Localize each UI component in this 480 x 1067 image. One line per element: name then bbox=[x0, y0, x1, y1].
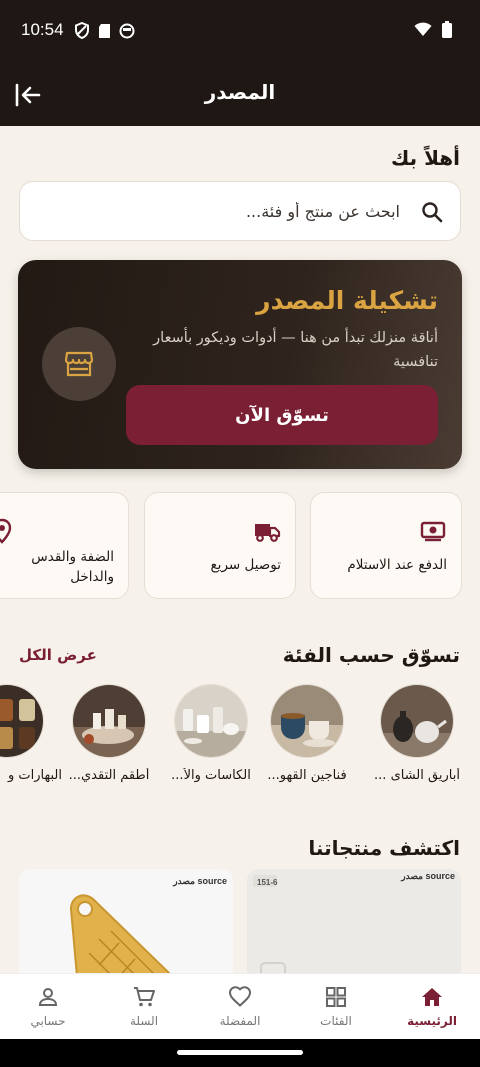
category-item-glasses[interactable]: الكاسات والأ... bbox=[156, 684, 266, 783]
category-label: البهارات و bbox=[8, 768, 62, 783]
nav-item-categories[interactable]: الفئات bbox=[288, 974, 384, 1040]
home-gesture-handle[interactable] bbox=[177, 1050, 303, 1055]
nav-label: حسابي bbox=[30, 1014, 66, 1028]
search-icon[interactable] bbox=[420, 200, 444, 224]
bottom-navigation: الرئيسية الفئات المفضلة السلة حسابي bbox=[0, 973, 480, 1039]
search-bar[interactable] bbox=[19, 181, 461, 241]
promo-title: تشكيلة المصدر bbox=[256, 286, 438, 315]
view-all-link[interactable]: عرض الكل bbox=[19, 646, 97, 664]
status-bar: 10:54 bbox=[0, 0, 480, 62]
status-system-icons bbox=[414, 21, 452, 38]
category-image bbox=[380, 684, 454, 758]
promo-banner: تشكيلة المصدر أناقة منزلك تبدأ من هنا — … bbox=[18, 260, 462, 469]
feature-fast-delivery: توصيل سريع bbox=[144, 492, 296, 599]
feature-delivery-areas: الضفة والقدس والداخل bbox=[0, 492, 129, 599]
feature-label: الدفع عند الاستلام bbox=[347, 557, 447, 573]
shield-icon bbox=[75, 22, 89, 39]
nav-item-favorites[interactable]: المفضلة bbox=[192, 974, 288, 1040]
page-title: المصدر bbox=[204, 80, 276, 104]
products-title: اكتشف منتجاتنا bbox=[308, 836, 460, 860]
sd-card-icon bbox=[99, 23, 110, 38]
nav-label: الرئيسية bbox=[407, 1014, 457, 1028]
status-notification-icons bbox=[74, 22, 135, 39]
category-item-spices[interactable]: البهارات و bbox=[0, 684, 62, 783]
greeting-text: أهلاً بك bbox=[390, 146, 460, 170]
home-icon bbox=[422, 988, 442, 1006]
category-image bbox=[0, 684, 44, 758]
truck-icon bbox=[255, 524, 281, 542]
store-icon bbox=[64, 351, 94, 377]
nav-label: السلة bbox=[129, 1014, 159, 1028]
system-gesture-area bbox=[0, 1039, 480, 1067]
feature-label: توصيل سريع bbox=[210, 557, 282, 573]
category-item-teapots[interactable]: أباريق الشاى ... bbox=[362, 684, 472, 783]
category-label: فناجين القهو... bbox=[267, 768, 347, 783]
category-label: أطقم التقدي... bbox=[68, 768, 150, 783]
feature-label: الضفة والقدس والداخل bbox=[31, 549, 114, 585]
nav-label: المفضلة bbox=[219, 1014, 261, 1028]
app-screen: 10:54 المصدر أهلاً بك تشكيلة المصدر أ bbox=[0, 0, 480, 1067]
product-code: 151-6 bbox=[257, 878, 278, 887]
promo-subtitle: أناقة منزلك تبدأ من هنا — أدوات وديكور ب… bbox=[153, 330, 438, 370]
category-image bbox=[174, 684, 248, 758]
location-pin-icon bbox=[0, 518, 12, 544]
cart-icon bbox=[134, 987, 155, 1007]
nav-label: الفئات bbox=[320, 1014, 352, 1028]
category-image bbox=[270, 684, 344, 758]
product-brand-logo: مصدر source bbox=[173, 876, 227, 886]
app-bar: المصدر bbox=[0, 62, 480, 126]
category-label: أباريق الشاى ... bbox=[374, 768, 460, 783]
shop-now-button[interactable]: تسوّق الآن bbox=[126, 385, 438, 445]
nav-item-home[interactable]: الرئيسية bbox=[384, 974, 480, 1040]
category-image bbox=[72, 684, 146, 758]
person-icon bbox=[38, 988, 58, 1006]
category-label: الكاسات والأ... bbox=[171, 768, 251, 783]
wifi-icon bbox=[414, 22, 432, 36]
status-time: 10:54 bbox=[21, 20, 64, 39]
product-brand-logo: مصدر source bbox=[401, 871, 455, 881]
app-notification-icon bbox=[119, 23, 135, 38]
category-item-serving-sets[interactable]: أطقم التقدي... bbox=[54, 684, 164, 783]
battery-icon bbox=[442, 21, 452, 38]
feature-cash-on-delivery: الدفع عند الاستلام bbox=[310, 492, 462, 599]
grid-icon bbox=[326, 987, 346, 1007]
promo-store-badge bbox=[42, 327, 116, 401]
heart-icon bbox=[228, 986, 252, 1007]
search-input[interactable] bbox=[60, 182, 400, 240]
nav-item-account[interactable]: حسابي bbox=[0, 974, 96, 1040]
cash-icon bbox=[420, 521, 446, 542]
categories-title: تسوّق حسب الفئة bbox=[282, 643, 460, 667]
category-item-coffee-cups[interactable]: فناجين القهو... bbox=[252, 684, 362, 783]
nav-item-cart[interactable]: السلة bbox=[96, 974, 192, 1040]
